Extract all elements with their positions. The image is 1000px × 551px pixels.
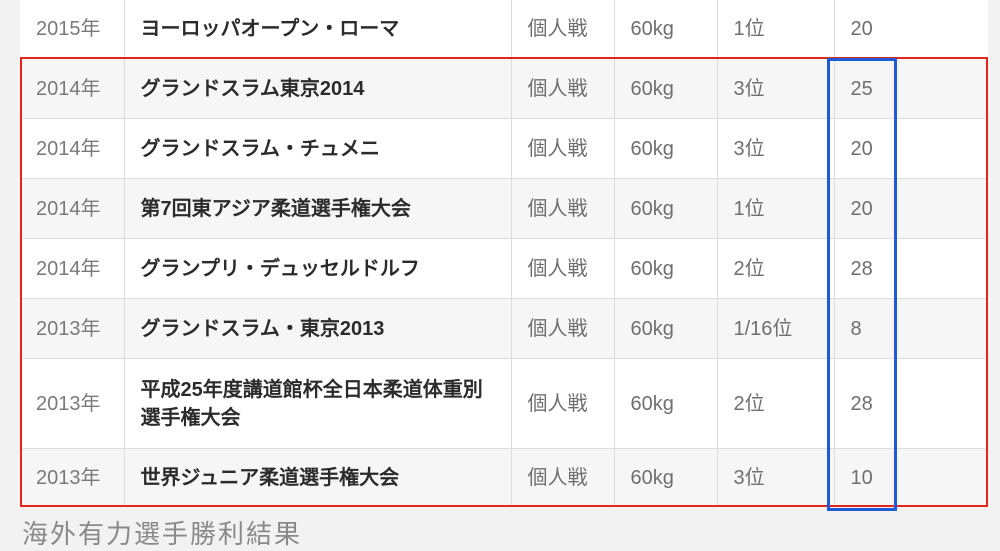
competition-results-table: 2015年 ヨーロッパオープン・ローマ 個人戦 60kg 1位 20 2014年… (20, 0, 988, 507)
weight-class-cell: 60kg (613, 358, 717, 449)
event-name-cell: 平成25年度講道館杯全日本柔道体重別選手権大会 (123, 358, 511, 449)
table-row: 2013年 世界ジュニア柔道選手権大会 個人戦 60kg 3位 10 (20, 448, 988, 507)
points-cell: 25 (833, 58, 988, 119)
table-row: 2013年 平成25年度講道館杯全日本柔道体重別選手権大会 個人戦 60kg 2… (20, 358, 988, 449)
weight-class-cell: 60kg (613, 448, 717, 507)
results-page: 2015年 ヨーロッパオープン・ローマ 個人戦 60kg 1位 20 2014年… (0, 0, 1000, 549)
match-type-cell: 個人戦 (510, 178, 614, 239)
event-name-cell: 世界ジュニア柔道選手権大会 (123, 448, 511, 507)
placement-cell: 3位 (716, 448, 834, 507)
placement-cell: 2位 (716, 238, 834, 299)
placement-cell: 2位 (716, 358, 834, 449)
placement-cell: 1位 (716, 0, 834, 59)
weight-class-cell: 60kg (613, 298, 717, 359)
points-cell: 28 (833, 238, 988, 299)
weight-class-cell: 60kg (613, 238, 717, 299)
points-cell: 20 (833, 0, 988, 59)
placement-cell: 1位 (716, 178, 834, 239)
event-name-cell: グランドスラム・チュメニ (123, 118, 511, 179)
match-type-cell: 個人戦 (510, 58, 614, 119)
year-cell: 2014年 (20, 238, 124, 299)
weight-class-cell: 60kg (613, 118, 717, 179)
match-type-cell: 個人戦 (510, 358, 614, 449)
placement-cell: 1/16位 (716, 298, 834, 359)
weight-class-cell: 60kg (613, 58, 717, 119)
event-name-cell: グランプリ・デュッセルドルフ (123, 238, 511, 299)
table-row: 2014年 グランドスラム・チュメニ 個人戦 60kg 3位 20 (20, 118, 988, 179)
table-row: 2015年 ヨーロッパオープン・ローマ 個人戦 60kg 1位 20 (20, 0, 988, 59)
match-type-cell: 個人戦 (510, 0, 614, 59)
table-row: 2014年 グランプリ・デュッセルドルフ 個人戦 60kg 2位 28 (20, 238, 988, 299)
table-row: 2014年 グランドスラム東京2014 個人戦 60kg 3位 25 (20, 58, 988, 119)
match-type-cell: 個人戦 (510, 238, 614, 299)
event-name-cell: ヨーロッパオープン・ローマ (123, 0, 511, 59)
match-type-cell: 個人戦 (510, 118, 614, 179)
event-name-cell: 第7回東アジア柔道選手権大会 (123, 178, 511, 239)
table-row: 2014年 第7回東アジア柔道選手権大会 個人戦 60kg 1位 20 (20, 178, 988, 239)
points-cell: 10 (833, 448, 988, 507)
match-type-cell: 個人戦 (510, 448, 614, 507)
event-name-cell: グランドスラム東京2014 (123, 58, 511, 119)
table-row: 2013年 グランドスラム・東京2013 個人戦 60kg 1/16位 8 (20, 298, 988, 359)
year-cell: 2013年 (20, 358, 124, 449)
points-cell: 28 (833, 358, 988, 449)
match-type-cell: 個人戦 (510, 298, 614, 359)
points-cell: 20 (833, 178, 988, 239)
weight-class-cell: 60kg (613, 0, 717, 59)
weight-class-cell: 60kg (613, 178, 717, 239)
year-cell: 2015年 (20, 0, 124, 59)
section-heading: 海外有力選手勝利結果 (22, 519, 303, 549)
year-cell: 2014年 (20, 178, 124, 239)
points-cell: 8 (833, 298, 988, 359)
year-cell: 2014年 (20, 118, 124, 179)
placement-cell: 3位 (716, 58, 834, 119)
year-cell: 2013年 (20, 298, 124, 359)
points-cell: 20 (833, 118, 988, 179)
placement-cell: 3位 (716, 118, 834, 179)
year-cell: 2014年 (20, 58, 124, 119)
year-cell: 2013年 (20, 448, 124, 507)
event-name-cell: グランドスラム・東京2013 (123, 298, 511, 359)
